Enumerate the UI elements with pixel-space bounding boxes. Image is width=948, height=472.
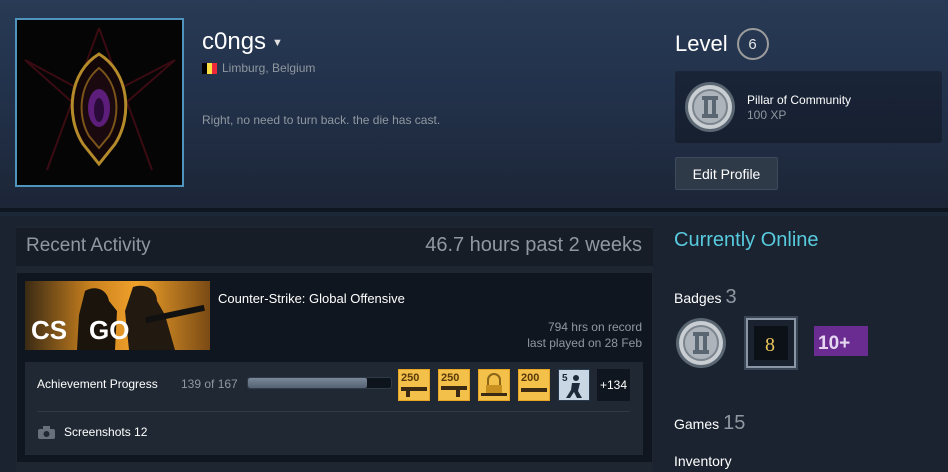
achievement-icon-text: 250 — [401, 372, 419, 384]
achievement-250-rifle-icon[interactable]: 250 — [438, 369, 470, 401]
location-text: Limburg, Belgium — [222, 61, 316, 75]
achievement-icon-text: 250 — [441, 372, 459, 384]
game-hours-on-record: 794 hrs on record — [547, 320, 642, 334]
achievement-250-kills-icon[interactable]: 250 — [398, 369, 430, 401]
edit-profile-button[interactable]: Edit Profile — [675, 157, 778, 190]
recent-activity-title: Recent Activity — [26, 235, 151, 256]
favorite-badge[interactable]: Pillar of Community 100 XP — [675, 71, 942, 143]
screenshots-label: Screenshots — [64, 425, 131, 439]
games-link[interactable]: Games 15 — [674, 412, 745, 435]
avatar[interactable] — [15, 18, 184, 187]
achievement-lock-icon[interactable] — [478, 369, 510, 401]
ten-plus-games-badge-icon[interactable]: 10+ — [814, 316, 868, 370]
online-status: Currently Online — [674, 229, 819, 251]
game-last-played: last played on 28 Feb — [527, 336, 642, 350]
capsule-text-go: GO — [89, 315, 129, 345]
screenshots-count: 12 — [134, 425, 148, 439]
years-badge-text: 8 — [765, 334, 775, 356]
game-name-link[interactable]: Counter-Strike: Global Offensive — [218, 291, 405, 306]
badges-link[interactable]: Badges 3 — [674, 286, 737, 309]
achievement-progress-bar — [247, 377, 392, 389]
favorite-badge-name: Pillar of Community — [747, 93, 852, 107]
years-of-service-8-badge-icon[interactable]: 8 — [744, 316, 798, 370]
belgium-flag-icon — [202, 62, 217, 74]
favorite-badge-xp: 100 XP — [747, 108, 787, 122]
community-pillar-badge-icon[interactable] — [674, 316, 728, 370]
level-label: Level — [675, 31, 728, 56]
chevron-down-icon[interactable]: ▼ — [272, 37, 283, 49]
capsule-text-cs: CS — [31, 315, 67, 345]
badges-count: 3 — [725, 286, 737, 308]
profile-summary: Right, no need to turn back. the die has… — [202, 113, 441, 127]
inventory-link[interactable]: Inventory — [674, 453, 732, 469]
persona-name-text: c0ngs — [202, 28, 267, 55]
achievement-section — [25, 362, 643, 455]
achievement-icon-text: 200 — [521, 372, 539, 384]
recent-activity-hours: 46.7 hours past 2 weeks — [425, 234, 642, 256]
game-capsule-image[interactable]: CS GO — [25, 281, 210, 350]
achievement-count: 139 of 167 — [181, 377, 238, 391]
achievement-5-figure-icon[interactable]: 5 — [558, 369, 590, 401]
persona-name[interactable]: c0ngs ▼ — [202, 28, 283, 56]
level-circle[interactable]: 6 — [736, 28, 769, 60]
screenshots-link[interactable]: Screenshots 12 — [64, 425, 147, 439]
achievement-progress-label[interactable]: Achievement Progress — [37, 377, 158, 391]
achievement-more[interactable]: +134 — [597, 369, 630, 401]
community-pillar-badge-icon — [683, 80, 737, 134]
games-count: 15 — [723, 412, 746, 434]
level-display: Level 6 — [675, 28, 769, 60]
achievement-icon-text: 5 — [562, 373, 568, 384]
camera-icon — [38, 426, 55, 439]
badges-label: Badges — [674, 290, 722, 306]
divider — [37, 411, 630, 412]
games-label: Games — [674, 416, 720, 432]
achievement-progress-fill — [248, 378, 367, 388]
location: Limburg, Belgium — [202, 61, 315, 75]
games-badge-text: 10+ — [818, 333, 850, 354]
achievement-200-kills-icon[interactable]: 200 — [518, 369, 550, 401]
